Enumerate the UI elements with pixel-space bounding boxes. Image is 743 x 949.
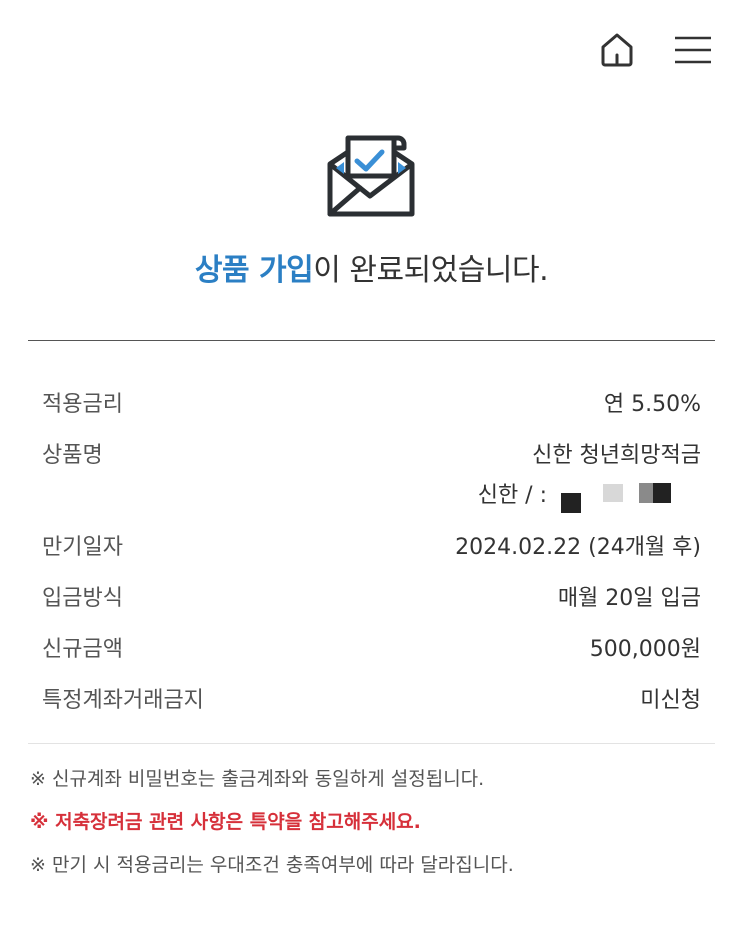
completion-title: 상품 가입이 완료되었습니다. <box>0 248 743 294</box>
detail-label: 특정계좌거래금지 <box>42 688 204 713</box>
detail-value: 신한 청년희망적금 <box>532 443 701 468</box>
detail-label: 상품명 <box>42 443 103 468</box>
envelope-check-icon <box>327 135 415 217</box>
detail-row-transaction-restriction: 특정계좌거래금지 미신청 <box>42 676 701 727</box>
detail-value: 연 5.50% <box>603 392 701 417</box>
detail-label: 만기일자 <box>42 535 123 560</box>
detail-value: 500,000원 <box>589 637 701 662</box>
detail-value: 미신청 <box>640 688 701 713</box>
redaction-mark <box>653 483 671 503</box>
detail-row-deposit-method: 입금방식 매월 20일 입금 <box>42 574 701 625</box>
notice-list: ※ 신규계좌 비밀번호는 출금계좌와 동일하게 설정됩니다. ※ 저축장려금 관… <box>30 758 720 887</box>
detail-row-product-name: 상품명 신한 청년희망적금 신한 / : <box>42 431 701 523</box>
notice-item: ※ 만기 시 적용금리는 우대조건 충족여부에 따라 달라집니다. <box>30 854 514 876</box>
account-number: 신한 / : <box>478 476 671 516</box>
home-icon <box>601 33 633 67</box>
detail-row-interest-rate: 적용금리 연 5.50% <box>42 380 701 431</box>
detail-row-maturity-date: 만기일자 2024.02.22 (24개월 후) <box>42 523 701 574</box>
notice-item-warning: ※ 저축장려금 관련 사항은 특약을 참고해주세요. <box>30 811 421 833</box>
details-list: 적용금리 연 5.50% 상품명 신한 청년희망적금 신한 / : 만기일자 2… <box>42 380 701 727</box>
notice-item: ※ 신규계좌 비밀번호는 출금계좌와 동일하게 설정됩니다. <box>30 768 485 790</box>
redaction-mark <box>561 493 581 513</box>
detail-label: 신규금액 <box>42 637 123 662</box>
completion-title-rest: 이 완료되었습니다. <box>313 253 549 288</box>
detail-value: 매월 20일 입금 <box>557 586 701 611</box>
detail-row-new-amount: 신규금액 500,000원 <box>42 625 701 676</box>
top-bar <box>595 28 715 72</box>
hamburger-menu-icon <box>675 36 711 64</box>
notes-divider <box>28 743 715 744</box>
section-divider <box>28 340 715 341</box>
detail-value: 2024.02.22 (24개월 후) <box>455 535 701 560</box>
redaction-mark <box>603 484 623 502</box>
menu-button[interactable] <box>671 28 715 72</box>
detail-label: 적용금리 <box>42 392 123 417</box>
completion-title-accent: 상품 가입 <box>194 253 314 288</box>
home-button[interactable] <box>595 28 639 72</box>
detail-label: 입금방식 <box>42 586 123 611</box>
redaction-mark <box>639 483 653 503</box>
account-prefix: 신한 / : <box>477 483 547 508</box>
